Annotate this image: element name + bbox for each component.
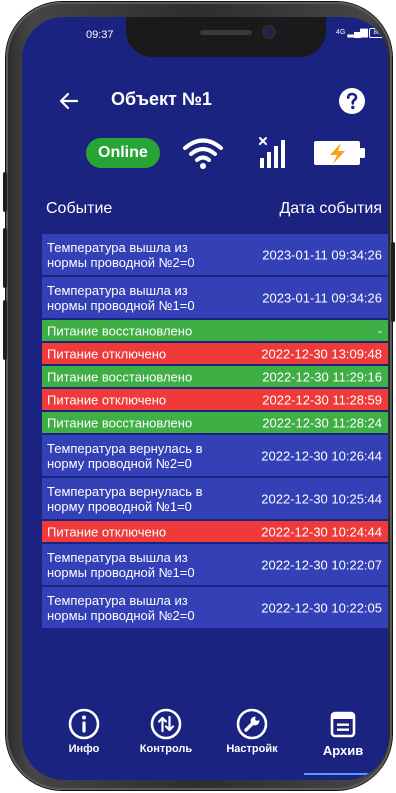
event-row[interactable]: Температура вернулась в норму проводной … [42, 478, 388, 519]
event-date: 2022-12-30 10:22:07 [261, 557, 382, 572]
event-text: Питание восстановлено [47, 415, 193, 430]
phone-side-button [3, 300, 7, 360]
event-text: Питание отключено [47, 524, 167, 539]
event-text: Температура вернулась в норму проводной … [47, 440, 203, 471]
event-date: 2022-12-30 11:28:24 [262, 415, 382, 430]
status-indicators: Online [22, 132, 388, 176]
phone-side-button [3, 172, 7, 212]
phone-side-button [3, 228, 7, 288]
nav-archive[interactable]: Архив [303, 707, 383, 758]
event-date: 2022-12-30 10:26:44 [261, 448, 382, 463]
nav-settings[interactable]: Настройк [212, 707, 292, 755]
nav-control[interactable]: Контроль [126, 707, 206, 755]
event-row[interactable]: Питание восстановлено - [42, 320, 388, 341]
nav-settings-label: Настройк [226, 743, 278, 755]
event-row[interactable]: Питание отключено 2022-12-30 10:24:44 [42, 521, 388, 542]
app-bar: Объект №1 [22, 81, 388, 121]
calendar-icon [330, 711, 356, 738]
status-signal-icon: ▂▄▆ [347, 27, 367, 38]
event-text: Температура вышла из нормы проводной №1=… [47, 282, 195, 313]
bottom-nav: Инфо Контроль Настройк Архив [22, 707, 388, 777]
event-text: Питание отключено [47, 392, 167, 407]
column-event: Событие [46, 200, 113, 217]
app-screen: 09:37 4G ▂▄▆ 80 Объект №1 Online Событие… [22, 17, 388, 780]
wifi-icon [183, 138, 223, 169]
wrench-icon [236, 708, 268, 740]
event-date: 2022-12-30 10:22:05 [261, 600, 382, 615]
phone-frame: 09:37 4G ▂▄▆ 80 Объект №1 Online Событие… [3, 2, 395, 790]
event-date: 2022-12-30 11:28:59 [262, 392, 382, 407]
event-row[interactable]: Температура вышла из нормы проводной №2=… [42, 234, 388, 275]
events-list: Температура вышла из нормы проводной №2=… [42, 234, 388, 630]
battery-charging-icon [314, 141, 365, 165]
nav-active-indicator [304, 773, 382, 775]
phone-notch [126, 17, 326, 57]
event-text: Питание восстановлено [47, 369, 193, 384]
phone-side-button [391, 242, 395, 322]
event-row[interactable]: Питание восстановлено 2022-12-30 11:29:1… [42, 366, 388, 387]
event-date: 2023-01-11 09:34:26 [262, 290, 382, 305]
status-battery-icon: 80 [368, 27, 385, 38]
help-icon[interactable] [338, 87, 366, 115]
event-row[interactable]: Температура вышла из нормы проводной №1=… [42, 544, 388, 585]
front-camera [264, 27, 274, 37]
event-date: 2022-12-30 10:24:44 [261, 524, 382, 539]
nav-archive-label: Архив [322, 743, 364, 758]
event-text: Температура вышла из нормы проводной №2=… [47, 239, 195, 270]
status-time: 09:37 [86, 29, 114, 41]
info-circle-icon [68, 708, 100, 740]
event-date: 2023-01-11 09:34:26 [262, 247, 382, 262]
event-row[interactable]: Питание восстановлено 2022-12-30 11:28:2… [42, 412, 388, 433]
event-text: Температура вышла из нормы проводной №2=… [47, 592, 195, 623]
event-date: 2022-12-30 13:09:48 [261, 346, 382, 361]
network-type: 4G [336, 29, 346, 36]
event-date: 2022-12-30 11:29:16 [262, 369, 382, 384]
event-text: Температура вышла из нормы проводной №1=… [47, 549, 195, 580]
control-arrows-icon [150, 708, 182, 740]
event-text: Температура вернулась в норму проводной … [47, 483, 203, 514]
event-date: - [377, 323, 382, 338]
event-row[interactable]: Питание отключено 2022-12-30 11:28:59 [42, 389, 388, 410]
event-row[interactable]: Питание отключено 2022-12-30 13:09:48 [42, 343, 388, 364]
status-icons: 4G ▂▄▆ 80 [336, 27, 385, 38]
back-arrow-icon[interactable] [57, 89, 81, 113]
cellular-signal-icon [259, 137, 285, 168]
online-badge: Online [86, 138, 160, 168]
event-row[interactable]: Температура вышла из нормы проводной №1=… [42, 277, 388, 318]
events-table-header: Событие Дата события [42, 198, 388, 224]
event-row[interactable]: Температура вышла из нормы проводной №2=… [42, 587, 388, 628]
nav-control-label: Контроль [139, 743, 193, 755]
nav-info[interactable]: Инфо [44, 707, 124, 755]
event-row[interactable]: Температура вернулась в норму проводной … [42, 435, 388, 476]
speaker [200, 30, 252, 35]
event-date: 2022-12-30 10:25:44 [261, 491, 382, 506]
event-text: Питание восстановлено [47, 323, 193, 338]
status-battery-level: 80 [373, 29, 381, 36]
column-date: Дата события [279, 200, 382, 217]
nav-info-label: Инфо [68, 743, 100, 755]
page-title: Объект №1 [111, 89, 212, 109]
event-text: Питание отключено [47, 346, 167, 361]
